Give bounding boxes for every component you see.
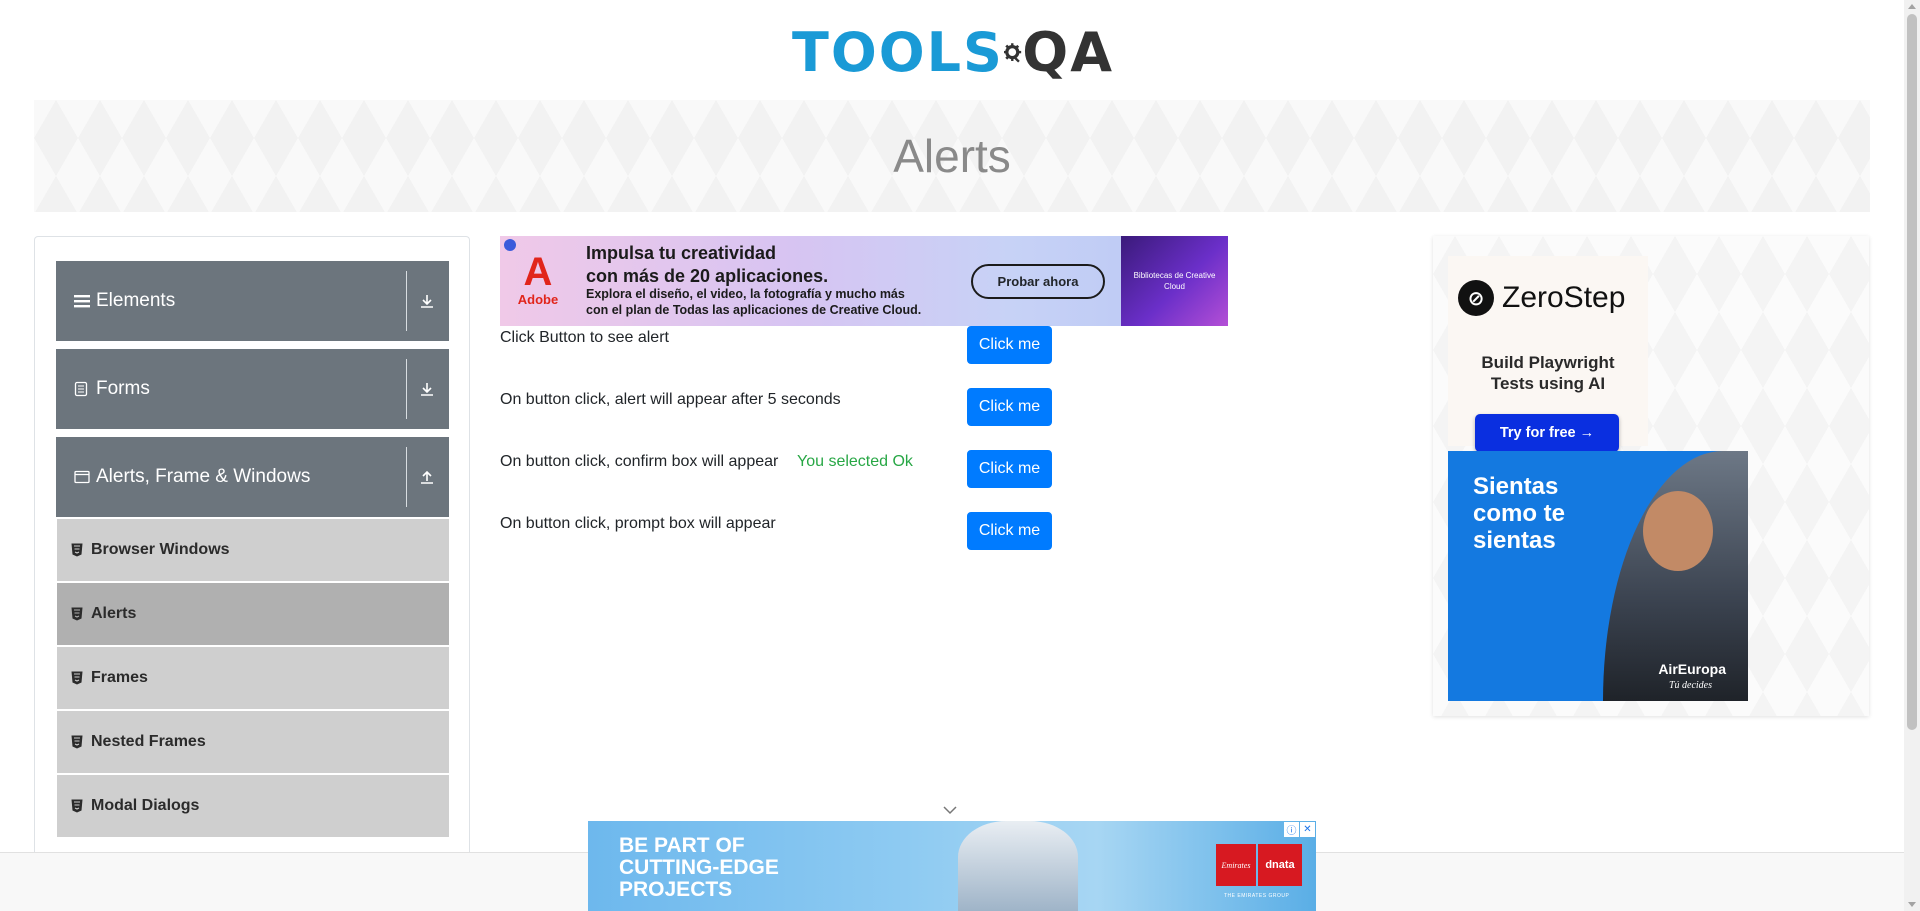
- timer-alert-row-label: On button click, alert will appear after…: [500, 391, 841, 408]
- emirates-ad-line: PROJECTS: [619, 878, 733, 901]
- right-ad-panel: ⊘ ZeroStep Build Playwright Tests using …: [1433, 236, 1869, 716]
- ad-headline-line: Impulsa tu creatividad: [586, 243, 777, 263]
- confirm-button[interactable]: Click me: [967, 450, 1052, 488]
- upload-arrow-icon[interactable]: [415, 437, 439, 517]
- emirates-logo: Emirates: [1216, 844, 1256, 886]
- aireuropa-headline-line: sientas: [1473, 527, 1556, 554]
- alert-button[interactable]: Click me: [967, 326, 1052, 364]
- scroll-up-icon[interactable]: [1908, 4, 1916, 9]
- emirates-ad-banner[interactable]: BE PART OF CUTTING-EDGE PROJECTS Emirate…: [588, 821, 1316, 911]
- zerostep-ad[interactable]: ⊘ ZeroStep Build Playwright Tests using …: [1448, 256, 1648, 452]
- scrollbar[interactable]: [1904, 0, 1920, 911]
- html5-icon: [71, 799, 84, 813]
- sidebar-item-modal-dialogs[interactable]: Modal Dialogs: [57, 775, 449, 837]
- ad-choices-icon[interactable]: [504, 239, 516, 251]
- ad-info-icon[interactable]: ⓘ: [1284, 822, 1299, 837]
- zerostep-tagline-line: Build Playwright: [1481, 353, 1615, 372]
- html5-icon: [71, 607, 84, 621]
- scrollbar-thumb[interactable]: [1907, 14, 1917, 730]
- adobe-a-icon: A: [523, 250, 553, 294]
- zerostep-tagline-line: Tests using AI: [1490, 374, 1606, 393]
- sidebar-group-label: Forms: [96, 378, 150, 399]
- aireuropa-slogan: Tú decides: [1668, 680, 1712, 691]
- ad-subtext-line: Explora el diseño, el video, la fotograf…: [586, 287, 905, 301]
- ad-cta-button[interactable]: Probar ahora: [971, 264, 1105, 299]
- sidebar-item-label: Nested Frames: [91, 733, 206, 750]
- prompt-row-label: On button click, prompt box will appear: [500, 515, 776, 532]
- ad-photo: [958, 821, 1078, 911]
- ad-headline-line: con más de 20 aplicaciones.: [586, 266, 829, 286]
- ad-image: Bibliotecas de Creative Cloud: [1121, 236, 1228, 326]
- sidebar-item-label: Modal Dialogs: [91, 797, 200, 814]
- aireuropa-headline-line: como te: [1473, 500, 1566, 527]
- toolsqa-logo[interactable]: TOOLS QA: [792, 16, 1114, 90]
- zerostep-name: ZeroStep: [1502, 281, 1626, 314]
- page: TOOLS QA Alerts Elements Forms Alerts, F…: [0, 0, 1920, 911]
- emirates-ad-line: CUTTING-EDGE: [619, 856, 779, 879]
- timer-alert-button[interactable]: Click me: [967, 388, 1052, 426]
- download-arrow-icon[interactable]: [415, 349, 439, 429]
- divider: [406, 359, 407, 419]
- document-icon: [74, 381, 92, 397]
- alert-row-label: Click Button to see alert: [500, 329, 669, 346]
- sidebar-item-label: Frames: [91, 669, 148, 686]
- logo-tools-text: TOOLS: [792, 21, 1004, 84]
- close-icon[interactable]: ✕: [1300, 822, 1315, 837]
- scroll-down-icon[interactable]: [1908, 902, 1916, 907]
- dnata-logo: dnata: [1258, 844, 1302, 886]
- sidebar-item-frames[interactable]: Frames: [57, 647, 449, 709]
- zerostep-brand: ⊘ ZeroStep: [1458, 280, 1625, 316]
- divider: [406, 447, 407, 507]
- sidebar-group-label: Alerts, Frame & Windows: [96, 466, 311, 487]
- sidebar-item-browser-windows[interactable]: Browser Windows: [57, 519, 449, 581]
- ad-subtext-line: con el plan de Todas las aplicaciones de…: [586, 303, 922, 317]
- page-title: Alerts: [893, 130, 1011, 182]
- logo-qa-text: QA: [1022, 21, 1114, 84]
- sidebar: Elements Forms Alerts, Frame & Windows B…: [34, 236, 470, 856]
- adobe-logo: A Adobe: [514, 252, 562, 310]
- divider: [406, 271, 407, 331]
- sidebar-group-label: Elements: [96, 290, 176, 311]
- sidebar-item-label: Alerts: [91, 605, 137, 622]
- window-icon: [74, 470, 92, 484]
- ad-controls: ⓘ ✕: [1283, 822, 1315, 837]
- sidebar-group-alerts-frame-windows[interactable]: Alerts, Frame & Windows: [56, 437, 449, 517]
- aireuropa-headline: Sientas como te sientas: [1473, 473, 1565, 554]
- html5-icon: [71, 543, 84, 557]
- sidebar-group-elements[interactable]: Elements: [56, 261, 449, 341]
- sidebar-group-forms[interactable]: Forms: [56, 349, 449, 429]
- aireuropa-headline-line: Sientas: [1473, 473, 1559, 500]
- emirates-ad-line: BE PART OF: [619, 834, 745, 857]
- adobe-ad-banner[interactable]: A Adobe Impulsa tu creatividad con más d…: [500, 236, 1228, 326]
- sidebar-item-label: Browser Windows: [91, 541, 230, 558]
- html5-icon: [71, 735, 84, 749]
- page-banner: Alerts: [34, 100, 1870, 212]
- aireuropa-ad[interactable]: Sientas como te sientas AirEuropa Tú dec…: [1448, 451, 1748, 701]
- try-for-free-button[interactable]: Try for free →: [1475, 414, 1619, 452]
- prompt-button[interactable]: Click me: [967, 512, 1052, 550]
- emirates-group-label: THE EMIRATES GROUP: [1224, 893, 1290, 899]
- hamburger-icon: [74, 294, 92, 308]
- sidebar-item-nested-frames[interactable]: Nested Frames: [57, 711, 449, 773]
- zerostep-logo-icon: ⊘: [1458, 280, 1494, 316]
- confirm-row-label: On button click, confirm box will appear: [500, 453, 779, 470]
- gear-magnifier-icon: [1003, 43, 1022, 63]
- zerostep-tagline: Build Playwright Tests using AI: [1448, 352, 1648, 394]
- ad-headline: Impulsa tu creatividad con más de 20 apl…: [586, 242, 828, 288]
- sidebar-item-alerts[interactable]: Alerts: [57, 583, 449, 645]
- ad-subtext: Explora el diseño, el video, la fotograf…: [586, 286, 921, 318]
- chevron-down-icon[interactable]: [942, 804, 958, 816]
- emirates-ad-headline: BE PART OF CUTTING-EDGE PROJECTS: [619, 835, 779, 901]
- download-arrow-icon[interactable]: [415, 261, 439, 341]
- confirm-result-text: You selected Ok: [797, 453, 913, 470]
- adobe-brand: Adobe: [517, 292, 559, 307]
- html5-icon: [71, 671, 84, 685]
- aireuropa-logo: AirEuropa: [1658, 661, 1726, 677]
